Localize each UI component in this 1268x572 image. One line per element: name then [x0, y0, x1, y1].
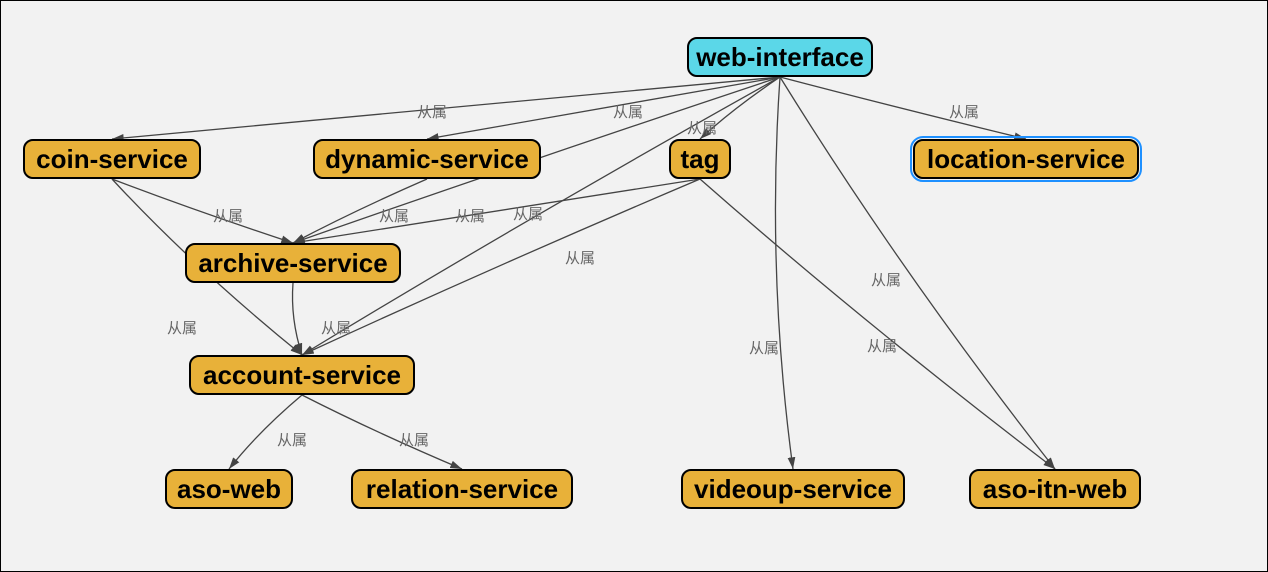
node-label: aso-web — [177, 474, 281, 505]
edge-archive-service-to-account-service — [292, 283, 302, 355]
node-label: relation-service — [366, 474, 558, 505]
node-label: aso-itn-web — [983, 474, 1127, 505]
edge-web-interface-to-videoup-service — [775, 77, 793, 469]
node-label: archive-service — [198, 248, 387, 279]
edge-web-interface-to-dynamic-service — [427, 77, 780, 139]
node-account-service[interactable]: account-service — [189, 355, 415, 395]
edge-web-interface-to-aso-itn-web — [780, 77, 1055, 469]
node-archive-service[interactable]: archive-service — [185, 243, 401, 283]
edge-label: 从属 — [949, 101, 979, 122]
node-label: account-service — [203, 360, 401, 391]
edge-label: 从属 — [871, 269, 901, 290]
node-coin-service[interactable]: coin-service — [23, 139, 201, 179]
edge-label: 从属 — [565, 247, 595, 268]
node-dynamic-service[interactable]: dynamic-service — [313, 139, 541, 179]
edge-label: 从属 — [277, 429, 307, 450]
edge-label: 从属 — [455, 205, 485, 226]
edge-web-interface-to-coin-service — [112, 77, 780, 139]
node-videoup-service[interactable]: videoup-service — [681, 469, 905, 509]
edge-tag-to-archive-service — [293, 179, 700, 243]
edge-account-service-to-relation-service — [302, 395, 462, 469]
edge-label: 从属 — [749, 337, 779, 358]
node-label: tag — [681, 144, 720, 175]
node-label: location-service — [927, 144, 1125, 175]
edge-label: 从属 — [167, 317, 197, 338]
node-web-interface[interactable]: web-interface — [687, 37, 873, 77]
edge-tag-to-aso-itn-web — [700, 179, 1055, 469]
edge-label: 从属 — [379, 205, 409, 226]
node-aso-itn-web[interactable]: aso-itn-web — [969, 469, 1141, 509]
edge-coin-service-to-archive-service — [112, 179, 293, 243]
node-relation-service[interactable]: relation-service — [351, 469, 573, 509]
node-label: coin-service — [36, 144, 188, 175]
node-label: dynamic-service — [325, 144, 529, 175]
node-aso-web[interactable]: aso-web — [165, 469, 293, 509]
node-label: web-interface — [696, 42, 864, 73]
edge-web-interface-to-location-service — [780, 77, 1026, 139]
edge-web-interface-to-tag — [700, 77, 780, 139]
edge-account-service-to-aso-web — [229, 395, 302, 469]
edge-label: 从属 — [399, 429, 429, 450]
edge-web-interface-to-account-service — [302, 77, 780, 355]
node-location-service[interactable]: location-service — [913, 139, 1139, 179]
node-tag[interactable]: tag — [669, 139, 731, 179]
edge-label: 从属 — [213, 205, 243, 226]
edge-label: 从属 — [321, 317, 351, 338]
diagram-canvas[interactable]: web-interface coin-service dynamic-service… — [0, 0, 1268, 572]
edge-label: 从属 — [513, 203, 543, 224]
edge-dynamic-service-to-archive-service — [293, 179, 427, 243]
node-label: videoup-service — [694, 474, 892, 505]
edge-label: 从属 — [867, 335, 897, 356]
edge-label: 从属 — [417, 101, 447, 122]
edge-label: 从属 — [613, 101, 643, 122]
edge-label: 从属 — [687, 117, 717, 138]
